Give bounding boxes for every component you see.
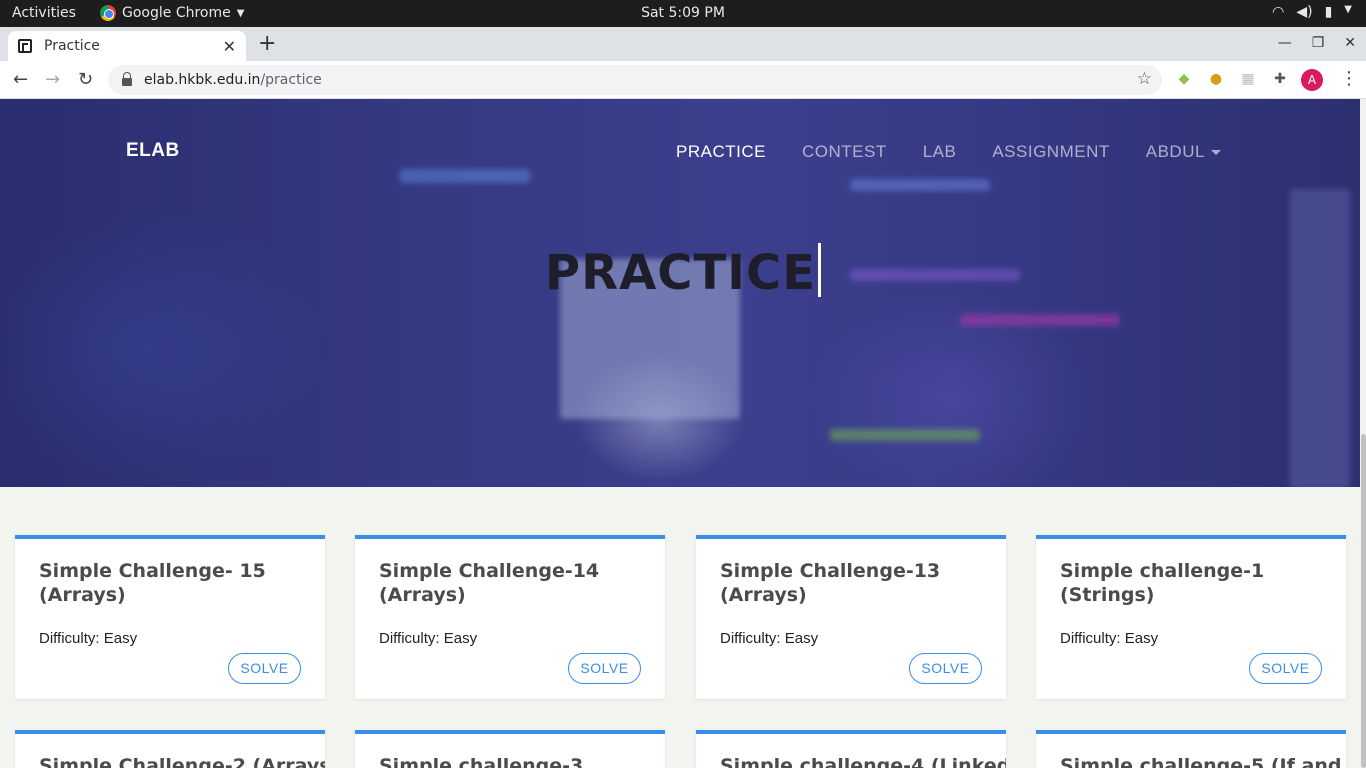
challenge-title: Simple Challenge-13 (Arrays) (720, 560, 941, 606)
menu-dots-icon[interactable]: ⋮ (1340, 68, 1358, 89)
system-menu-icon: ▼ (1344, 4, 1352, 15)
system-tray[interactable]: ◠ ◀) ▮ ▼ (1272, 4, 1352, 20)
app-menu[interactable]: Google Chrome ▼ (100, 5, 244, 21)
back-icon[interactable]: ← (13, 69, 28, 90)
url-host: elab.hkbk.edu.in (144, 72, 261, 88)
page-scrollbar[interactable] (1360, 99, 1366, 768)
challenge-title: Simple challenge-4 (Linked (720, 755, 1006, 768)
solve-button[interactable]: SOLVE (568, 653, 641, 684)
activities-button[interactable]: Activities (12, 5, 76, 21)
browser-toolbar: ← → ↻ elab.hkbk.edu.in/practice ☆ ◆ ● ▦ … (0, 61, 1366, 99)
address-bar[interactable]: elab.hkbk.edu.in/practice ☆ (108, 65, 1162, 95)
challenge-difficulty: Difficulty: Easy (720, 630, 819, 647)
close-icon[interactable]: ✕ (223, 37, 236, 56)
new-tab-button[interactable]: + (258, 33, 276, 55)
nav-lab[interactable]: LAB (923, 142, 957, 162)
challenge-difficulty: Difficulty: Easy (1060, 630, 1159, 647)
chrome-icon (100, 5, 116, 21)
reload-icon[interactable]: ↻ (78, 69, 93, 90)
profile-avatar[interactable]: A (1301, 69, 1323, 91)
hero-banner: ELAB PRACTICE CONTEST LAB ASSIGNMENT ABD… (0, 99, 1366, 487)
challenge-card: Simple challenge-3 (355, 730, 665, 768)
puzzle-extensions-icon[interactable]: ✚ (1271, 70, 1289, 88)
text-cursor (818, 243, 822, 297)
challenge-card: Simple Challenge-14 (Arrays) Difficulty:… (355, 535, 665, 699)
url-path: /practice (260, 72, 322, 88)
grid-extension-icon[interactable]: ▦ (1239, 70, 1257, 88)
challenge-card: Simple Challenge-2 (Arrays) (15, 730, 325, 768)
challenge-title: Simple challenge-3 (379, 755, 584, 768)
chevron-down-icon: ▼ (236, 7, 245, 19)
challenge-difficulty: Difficulty: Easy (379, 630, 478, 647)
site-nav: PRACTICE CONTEST LAB ASSIGNMENT ABDUL (676, 142, 1257, 162)
page-title-text: PRACTICE (544, 245, 817, 301)
close-window-icon[interactable]: ✕ (1344, 35, 1356, 51)
challenge-card: Simple Challenge-13 (Arrays) Difficulty:… (696, 535, 1006, 699)
site-favicon-icon (18, 39, 32, 53)
volume-icon: ◀) (1296, 4, 1313, 20)
restore-icon[interactable]: ❐ (1312, 35, 1325, 51)
challenge-card: Simple challenge-5 (If and (1036, 730, 1346, 768)
cookie-extension-icon[interactable]: ● (1207, 70, 1225, 88)
challenge-card: Simple challenge-1 (Strings) Difficulty:… (1036, 535, 1346, 699)
page-title: PRACTICE (0, 243, 1366, 301)
gem-extension-icon[interactable]: ◆ (1175, 70, 1193, 88)
tab-strip: Practice ✕ + — ❐ ✕ (0, 27, 1366, 61)
forward-icon[interactable]: → (45, 69, 60, 90)
tab-title: Practice (44, 38, 100, 54)
battery-icon: ▮ (1324, 4, 1333, 20)
scrollbar-thumb[interactable] (1361, 434, 1366, 768)
challenge-title: Simple challenge-5 (If and (1060, 755, 1342, 768)
challenge-difficulty: Difficulty: Easy (39, 630, 138, 647)
challenge-title: Simple Challenge-2 (Arrays) (39, 755, 325, 768)
bookmark-star-icon[interactable]: ☆ (1137, 69, 1152, 89)
nav-practice[interactable]: PRACTICE (676, 142, 766, 162)
os-top-bar: Activities Google Chrome ▼ Sat 5:09 PM ◠… (0, 0, 1366, 27)
solve-button[interactable]: SOLVE (228, 653, 301, 684)
solve-button[interactable]: SOLVE (909, 653, 982, 684)
challenge-card: Simple Challenge- 15 (Arrays) Difficulty… (15, 535, 325, 699)
challenge-title: Simple challenge-1 (Strings) (1060, 560, 1265, 606)
site-brand[interactable]: ELAB (126, 140, 180, 162)
nav-contest[interactable]: CONTEST (802, 142, 887, 162)
app-menu-label: Google Chrome (122, 5, 231, 21)
wifi-icon: ◠ (1272, 4, 1285, 20)
minimize-icon[interactable]: — (1278, 35, 1292, 51)
challenge-title: Simple Challenge-14 (Arrays) (379, 560, 600, 606)
nav-user-dropdown[interactable]: ABDUL (1146, 142, 1221, 162)
challenge-title: Simple Challenge- 15 (Arrays) (39, 560, 266, 606)
challenge-card: Simple challenge-4 (Linked (696, 730, 1006, 768)
solve-button[interactable]: SOLVE (1249, 653, 1322, 684)
lock-icon (122, 72, 132, 86)
tab-practice[interactable]: Practice ✕ (8, 31, 246, 61)
nav-assignment[interactable]: ASSIGNMENT (992, 142, 1109, 162)
window-controls: — ❐ ✕ (1278, 35, 1356, 51)
